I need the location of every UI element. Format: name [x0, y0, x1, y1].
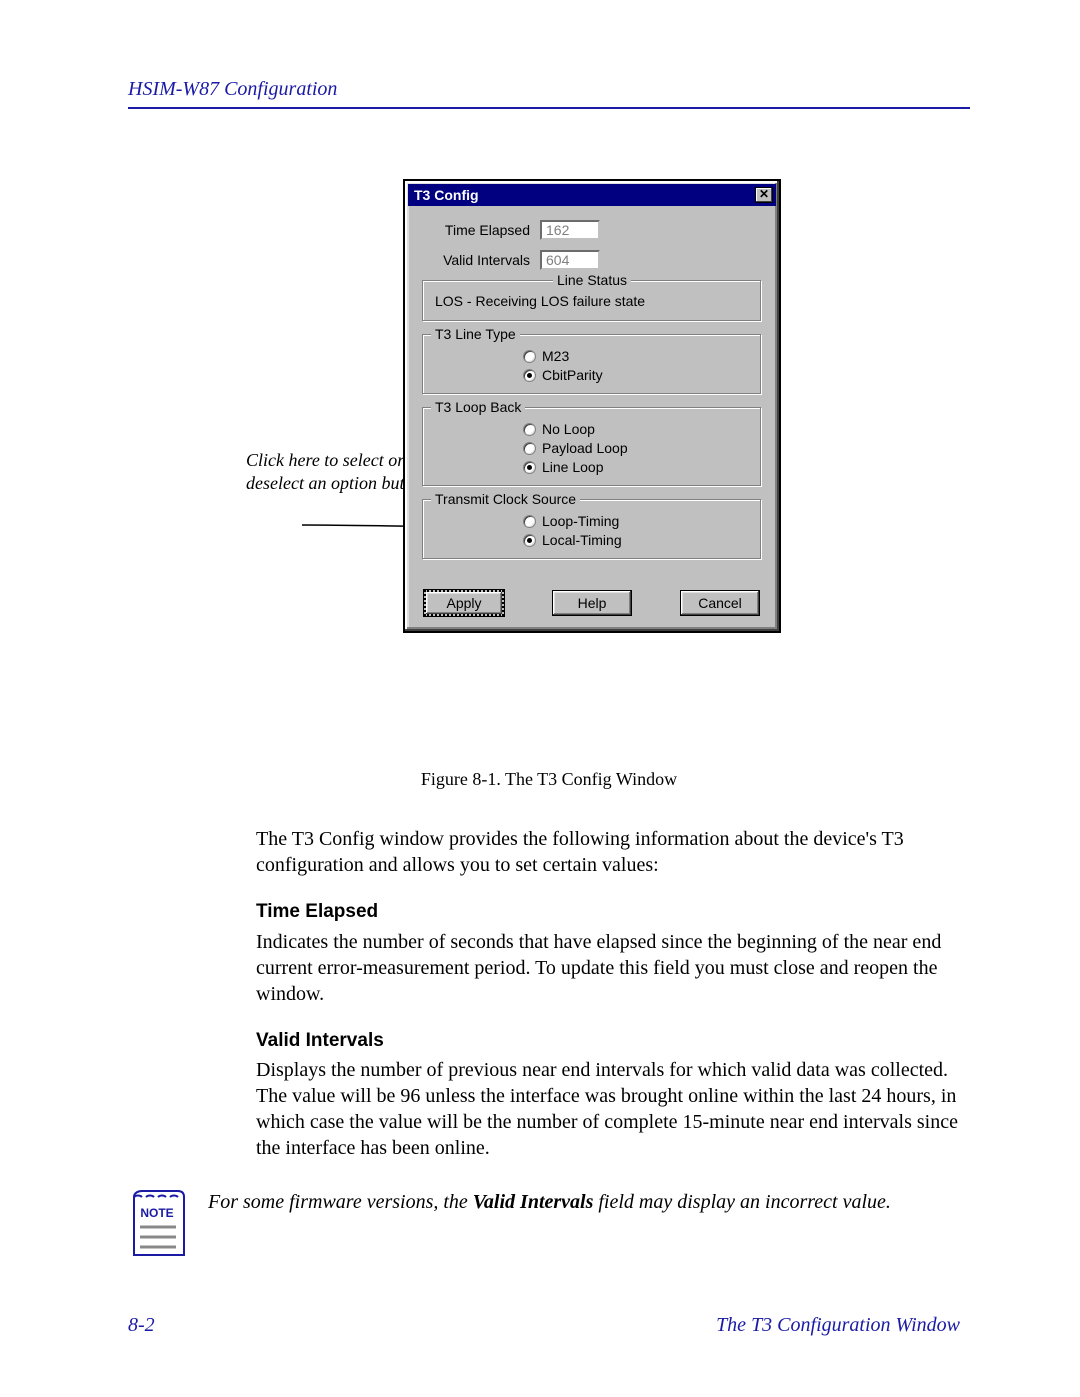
valid-intervals-heading: Valid Intervals [256, 1029, 970, 1054]
radio-local-timing[interactable]: Local-Timing [523, 532, 751, 548]
note-suffix: field may display an incorrect value. [593, 1191, 891, 1213]
dialog-titlebar[interactable]: T3 Config ✕ [408, 184, 776, 206]
radio-icon[interactable] [523, 350, 536, 363]
help-button[interactable]: Help [552, 590, 632, 616]
radio-icon[interactable] [523, 461, 536, 474]
body-content: The T3 Config window provides the follow… [256, 826, 970, 1161]
radio-icon[interactable] [523, 369, 536, 382]
radio-icon[interactable] [523, 534, 536, 547]
valid-intervals-label: Valid Intervals [420, 252, 540, 268]
page-footer: 8-2 The T3 Configuration Window [128, 1314, 960, 1337]
radio-label: Local-Timing [542, 532, 622, 548]
transmit-clock-legend: Transmit Clock Source [431, 491, 580, 507]
dialog-buttons: Apply Help Cancel [420, 590, 764, 616]
line-status-legend: Line Status [553, 272, 631, 288]
note-bold: Valid Intervals [473, 1191, 594, 1213]
t3-line-type-legend: T3 Line Type [431, 326, 520, 342]
note-text: For some firmware versions, the Valid In… [208, 1189, 891, 1214]
note-block: NOTE For some firmware versions, the Val… [128, 1189, 970, 1261]
time-elapsed-field [540, 220, 600, 240]
radio-cbitparity[interactable]: CbitParity [523, 367, 751, 383]
note-label: NOTE [140, 1206, 173, 1220]
t3-loop-back-group: T3 Loop Back No Loop Payload Loop Line L… [422, 407, 762, 487]
cancel-button[interactable]: Cancel [680, 590, 760, 616]
t3-line-type-group: T3 Line Type M23 CbitParity [422, 334, 762, 395]
valid-intervals-paragraph: Displays the number of previous near end… [256, 1057, 970, 1161]
close-icon[interactable]: ✕ [755, 187, 773, 203]
figure-caption: Figure 8-1. The T3 Config Window [128, 769, 970, 790]
time-elapsed-paragraph: Indicates the number of seconds that hav… [256, 929, 970, 1007]
apply-button[interactable]: Apply [424, 590, 504, 616]
time-elapsed-heading: Time Elapsed [256, 900, 970, 925]
radio-icon[interactable] [523, 515, 536, 528]
radio-loop-timing[interactable]: Loop-Timing [523, 513, 751, 529]
intro-paragraph: The T3 Config window provides the follow… [256, 826, 970, 878]
radio-label: Loop-Timing [542, 513, 619, 529]
radio-label: Line Loop [542, 459, 604, 475]
radio-icon[interactable] [523, 442, 536, 455]
transmit-clock-group: Transmit Clock Source Loop-Timing Local-… [422, 499, 762, 560]
radio-icon[interactable] [523, 423, 536, 436]
valid-intervals-field [540, 250, 600, 270]
section-title: The T3 Configuration Window [716, 1314, 960, 1337]
radio-label: CbitParity [542, 367, 603, 383]
radio-m23[interactable]: M23 [523, 348, 751, 364]
time-elapsed-label: Time Elapsed [420, 222, 540, 238]
radio-payload-loop[interactable]: Payload Loop [523, 440, 751, 456]
t3-loop-back-legend: T3 Loop Back [431, 399, 525, 415]
figure-area: Click here to select or deselect an opti… [128, 179, 970, 739]
page-header: HSIM-W87 Configuration [128, 78, 970, 109]
header-text: HSIM-W87 Configuration [128, 78, 337, 100]
page-number: 8-2 [128, 1314, 155, 1337]
time-elapsed-row: Time Elapsed [420, 220, 764, 240]
note-prefix: For some firmware versions, the [208, 1191, 473, 1213]
dialog-title: T3 Config [414, 187, 479, 203]
note-icon: NOTE [128, 1189, 186, 1261]
radio-label: No Loop [542, 421, 595, 437]
t3-config-dialog: T3 Config ✕ Time Elapsed Valid Intervals… [403, 179, 781, 633]
line-status-text: LOS - Receiving LOS failure state [433, 291, 751, 313]
radio-label: Payload Loop [542, 440, 628, 456]
radio-label: M23 [542, 348, 569, 364]
radio-line-loop[interactable]: Line Loop [523, 459, 751, 475]
line-status-group: Line Status LOS - Receiving LOS failure … [422, 280, 762, 322]
valid-intervals-row: Valid Intervals [420, 250, 764, 270]
radio-no-loop[interactable]: No Loop [523, 421, 751, 437]
